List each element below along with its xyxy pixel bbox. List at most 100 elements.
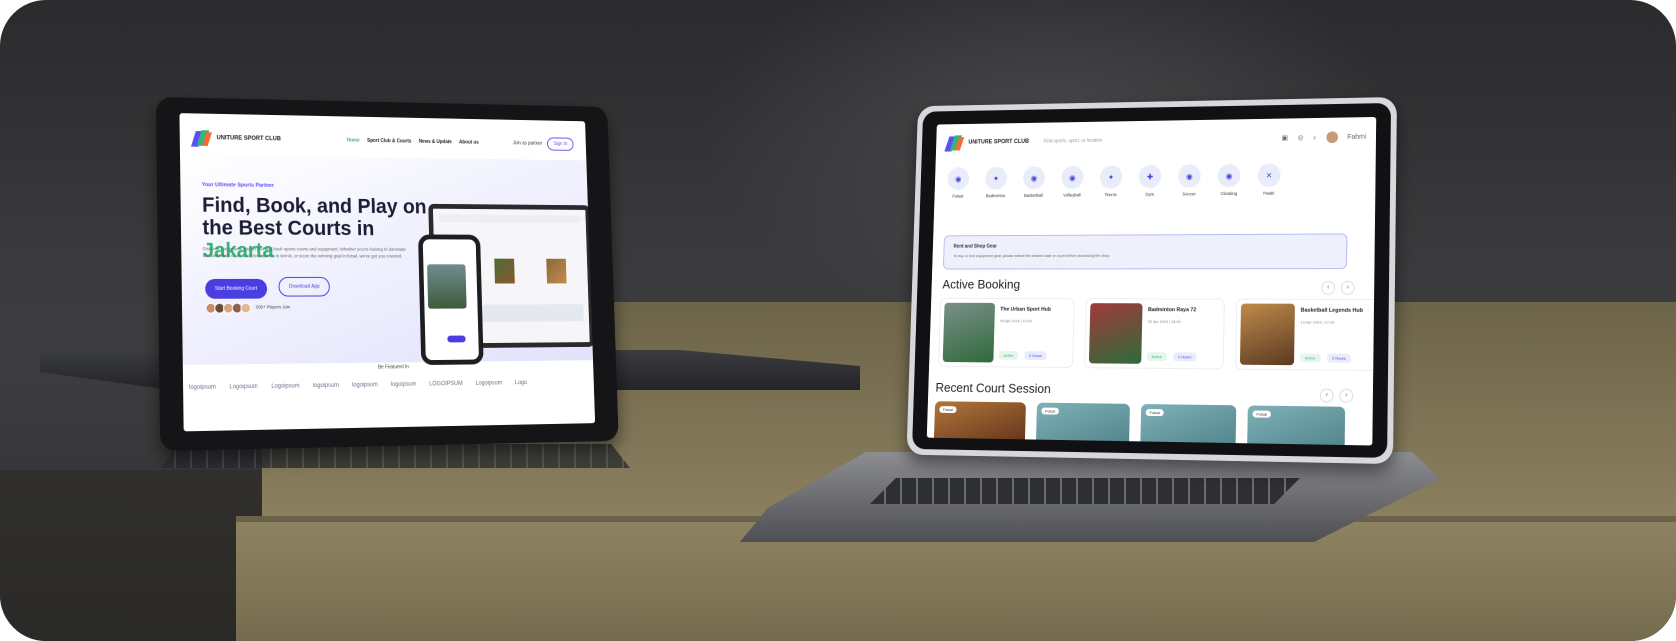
nav-about-link[interactable]: About us: [459, 140, 479, 146]
partner-logo: logoipsum: [352, 382, 378, 389]
chevron-right-icon[interactable]: ›: [1340, 280, 1355, 295]
category-tennis[interactable]: ✦ Tennis: [1098, 165, 1125, 197]
category-futsal[interactable]: ◉ Futsal: [945, 167, 971, 198]
calendar-icon[interactable]: ▣: [1281, 134, 1287, 142]
category-label: Gym: [1145, 191, 1155, 197]
gym-icon: ✚: [1138, 164, 1162, 189]
product-mockup-scene: UNITURE SPORT CLUB Home Sport Club & Cou…: [0, 0, 1676, 641]
players-count: 500+ Players Join: [255, 304, 291, 310]
active-booking-heading: Active Booking: [942, 277, 1021, 292]
laptop-right: UNITURE SPORT CLUB Find sports, sport, o…: [880, 95, 1400, 467]
duration-badge: 2 Hours: [1024, 351, 1047, 361]
top-navigation: UNITURE SPORT CLUB Home Sport Club & Cou…: [190, 125, 574, 156]
session-tag: Futsal: [1041, 407, 1059, 415]
duration-badge: 2 Hours: [1327, 353, 1351, 363]
start-booking-button[interactable]: Start Booking Court: [205, 278, 267, 299]
court-image: [1239, 303, 1295, 366]
session-carousel-controls: ‹ ›: [1319, 388, 1354, 403]
hero-section: Your Ultimate Sports Partner Find, Book,…: [179, 154, 595, 366]
session-tag: Futsal: [1145, 408, 1164, 417]
booking-date: 05 Apr 2024 | 10:00: [999, 318, 1032, 324]
category-climbing[interactable]: ◉ Climbing: [1215, 163, 1242, 197]
partner-logo: Logo: [514, 380, 528, 387]
category-soccer[interactable]: ◉ Soccer: [1176, 164, 1203, 196]
laptop-right-lid: UNITURE SPORT CLUB Find sports, sport, o…: [906, 96, 1397, 465]
user-name[interactable]: Fahmi: [1347, 133, 1366, 140]
climbing-icon: ◉: [1217, 163, 1241, 188]
tennis-icon: ✦: [1099, 165, 1123, 189]
nav-actions: Join as partner Sign In: [513, 137, 574, 151]
booking-date: 05 Apr 2024 | 16:00: [1147, 318, 1181, 324]
booking-card[interactable]: Badminton Raya 72 05 Apr 2024 | 16:00 Ac…: [1084, 298, 1225, 370]
partner-logo: logoipsum: [188, 384, 216, 391]
laptop-left: UNITURE SPORT CLUB Home Sport Club & Cou…: [155, 95, 658, 467]
nav-news-link[interactable]: News & Update: [419, 139, 452, 145]
partner-logo: logoipsum: [312, 382, 339, 390]
booking-card[interactable]: The Urban Sport Hub 05 Apr 2024 | 10:00 …: [938, 298, 1075, 369]
partner-logos: logoipsum Logoipsum Logoipsum logoipsum …: [189, 379, 595, 391]
partner-logo: LOGOIPSUM: [429, 381, 463, 388]
court-image: [942, 302, 996, 363]
header-actions: ▣ ◎ ♪ Fahmi: [1281, 131, 1366, 144]
category-volleyball[interactable]: ◉ Volleyball: [1059, 165, 1085, 198]
category-label: Basketball: [1024, 192, 1044, 198]
active-bookings-list: The Urban Sport Hub 05 Apr 2024 | 10:00 …: [938, 298, 1377, 372]
category-badminton[interactable]: ✦ Badminton: [983, 166, 1009, 199]
hero-description: Discover the easiest way to find and boo…: [202, 246, 406, 259]
category-label: Padel: [1263, 190, 1275, 196]
basketball-icon: ◉: [1022, 166, 1046, 190]
brand-logo-icon[interactable]: [190, 129, 212, 147]
padel-icon: ✕: [1257, 163, 1281, 187]
hero-eyebrow: Your Ultimate Sports Partner: [201, 182, 274, 189]
category-basketball[interactable]: ◉ Basketball: [1021, 166, 1047, 198]
session-card[interactable]: Futsal: [1035, 402, 1130, 446]
download-app-button[interactable]: Download App: [278, 276, 331, 297]
category-label: Futsal: [952, 193, 964, 199]
search-input[interactable]: Find sports, sport, or location: [1043, 138, 1102, 145]
category-padel[interactable]: ✕ Padel: [1255, 163, 1282, 196]
dashboard-screen: UNITURE SPORT CLUB Find sports, sport, o…: [926, 116, 1377, 446]
sport-categories: ◉ Futsal ✦ Badminton ◉ Basketball ◉ Volleyba…: [945, 163, 1283, 198]
category-label: Soccer: [1182, 191, 1196, 197]
cart-icon[interactable]: ◎: [1297, 134, 1303, 142]
rent-shop-alert: Rent and Shop Gear To buy or rent equipm…: [942, 233, 1348, 270]
session-card[interactable]: Futsal: [1246, 405, 1346, 446]
nav-sport-club-link[interactable]: Sport Club & Courts: [367, 138, 411, 144]
chevron-left-icon[interactable]: ‹: [1319, 388, 1334, 403]
bell-icon[interactable]: ♪: [1313, 134, 1316, 141]
booking-carousel-controls: ‹ ›: [1321, 280, 1355, 295]
partner-logo: Logoipsum: [229, 383, 258, 391]
session-tag: Futsal: [939, 406, 957, 414]
user-avatars: [205, 302, 252, 314]
brand-name: UNITURE SPORT CLUB: [968, 138, 1030, 146]
session-tag: Futsal: [1252, 410, 1271, 418]
category-label: Volleyball: [1063, 192, 1081, 198]
category-label: Tennis: [1104, 192, 1117, 198]
status-badge: Active: [1146, 352, 1167, 362]
status-badge: Active: [998, 350, 1019, 360]
volleyball-icon: ◉: [1061, 165, 1084, 189]
sign-in-button[interactable]: Sign In: [547, 137, 574, 151]
dashboard-header: UNITURE SPORT CLUB Find sports, sport, o…: [944, 125, 1367, 154]
chevron-right-icon[interactable]: ›: [1339, 388, 1354, 403]
avatar[interactable]: [1325, 131, 1338, 144]
duration-badge: 2 Hours: [1173, 352, 1197, 362]
recent-sessions-list: Futsal Futsal Futsal Futsal: [933, 401, 1346, 446]
category-gym[interactable]: ✚ Gym: [1137, 164, 1164, 197]
brand-logo-icon[interactable]: [944, 134, 965, 152]
hero-title-main: Find, Book, and Play on the Best Courts …: [201, 193, 427, 241]
booking-card[interactable]: Basketball Legends Hub 13 Apr 2024 | 17:…: [1235, 298, 1377, 372]
alert-text: To buy or rent equipment gear, please se…: [953, 252, 1111, 259]
nav-home-link[interactable]: Home: [347, 138, 360, 144]
booking-date: 13 Apr 2024 | 17:00: [1300, 319, 1335, 325]
category-label: Climbing: [1220, 191, 1238, 197]
futsal-icon: ◉: [947, 167, 970, 191]
join-partner-link[interactable]: Join as partner: [513, 140, 543, 146]
laptop-left-lid: UNITURE SPORT CLUB Home Sport Club & Cou…: [155, 96, 619, 452]
session-card[interactable]: Futsal: [1140, 404, 1237, 446]
partner-logo: Logoipsum: [475, 380, 503, 387]
chevron-left-icon[interactable]: ‹: [1321, 280, 1336, 295]
landing-page-screen: UNITURE SPORT CLUB Home Sport Club & Cou…: [179, 113, 596, 432]
avatar: [240, 302, 252, 314]
laptop-right-keyboard: [870, 478, 1300, 504]
